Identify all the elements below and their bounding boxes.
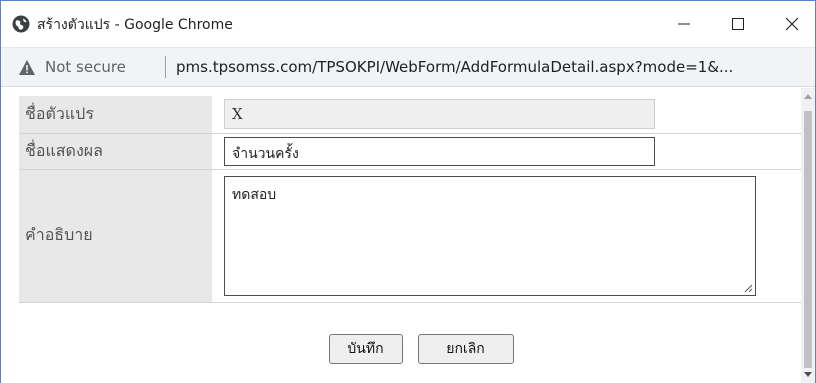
description-text: ทดสอบ xyxy=(232,186,277,203)
variable-name-label: ชื่อตัวแปร xyxy=(19,96,212,134)
form-row-variable-name: ชื่อตัวแปร X xyxy=(19,96,801,134)
scroll-up-arrow-icon[interactable] xyxy=(804,94,812,99)
address-divider xyxy=(165,56,166,78)
description-textarea[interactable]: ทดสอบ xyxy=(224,175,756,296)
variable-name-input: X xyxy=(224,99,655,130)
maximize-icon xyxy=(732,18,744,30)
url-text[interactable]: pms.tpsomss.com/TPSOKPI/WebForm/AddFormu… xyxy=(176,58,806,76)
description-cell: ทดสอบ xyxy=(212,169,801,303)
display-name-cell: จำนวนครั้ง xyxy=(212,133,801,170)
cancel-button[interactable]: ยกเลิก xyxy=(417,334,514,364)
form-row-description: คำอธิบาย ทดสอบ xyxy=(19,169,801,303)
vertical-scrollbar[interactable] xyxy=(801,88,815,383)
description-label: คำอธิบาย xyxy=(19,169,212,303)
window-title: สร้างตัวแปร - Google Chrome xyxy=(37,17,233,33)
variable-form: ชื่อตัวแปร X ชื่อแสดงผล จำนวนครั้ง คำอธิ… xyxy=(19,96,801,303)
display-name-input[interactable]: จำนวนครั้ง xyxy=(224,136,655,166)
browser-popup-window: สร้างตัวแปร - Google Chrome Not secure p xyxy=(0,0,816,383)
minimize-button[interactable] xyxy=(661,1,707,47)
security-label[interactable]: Not secure xyxy=(45,58,126,76)
save-button[interactable]: บันทึก xyxy=(328,334,403,364)
close-icon xyxy=(785,17,799,31)
minimize-icon xyxy=(678,23,690,25)
form-row-display-name: ชื่อแสดงผล จำนวนครั้ง xyxy=(19,133,801,170)
warning-triangle-icon[interactable] xyxy=(18,59,36,76)
address-bar[interactable]: Not secure pms.tpsomss.com/TPSOKPI/WebFo… xyxy=(1,47,815,87)
variable-name-cell: X xyxy=(212,96,801,134)
page-content: ชื่อตัวแปร X ชื่อแสดงผล จำนวนครั้ง คำอธิ… xyxy=(1,88,801,383)
scroll-down-arrow-icon[interactable] xyxy=(804,372,812,377)
scroll-thumb[interactable] xyxy=(804,111,812,368)
close-button[interactable] xyxy=(769,1,815,47)
display-name-label: ชื่อแสดงผล xyxy=(19,133,212,170)
maximize-button[interactable] xyxy=(715,1,761,47)
title-bar[interactable]: สร้างตัวแปร - Google Chrome xyxy=(1,1,815,47)
chrome-globe-icon xyxy=(12,15,30,33)
form-actions: บันทึก ยกเลิก xyxy=(19,328,801,378)
resize-grip-icon[interactable] xyxy=(743,283,753,293)
